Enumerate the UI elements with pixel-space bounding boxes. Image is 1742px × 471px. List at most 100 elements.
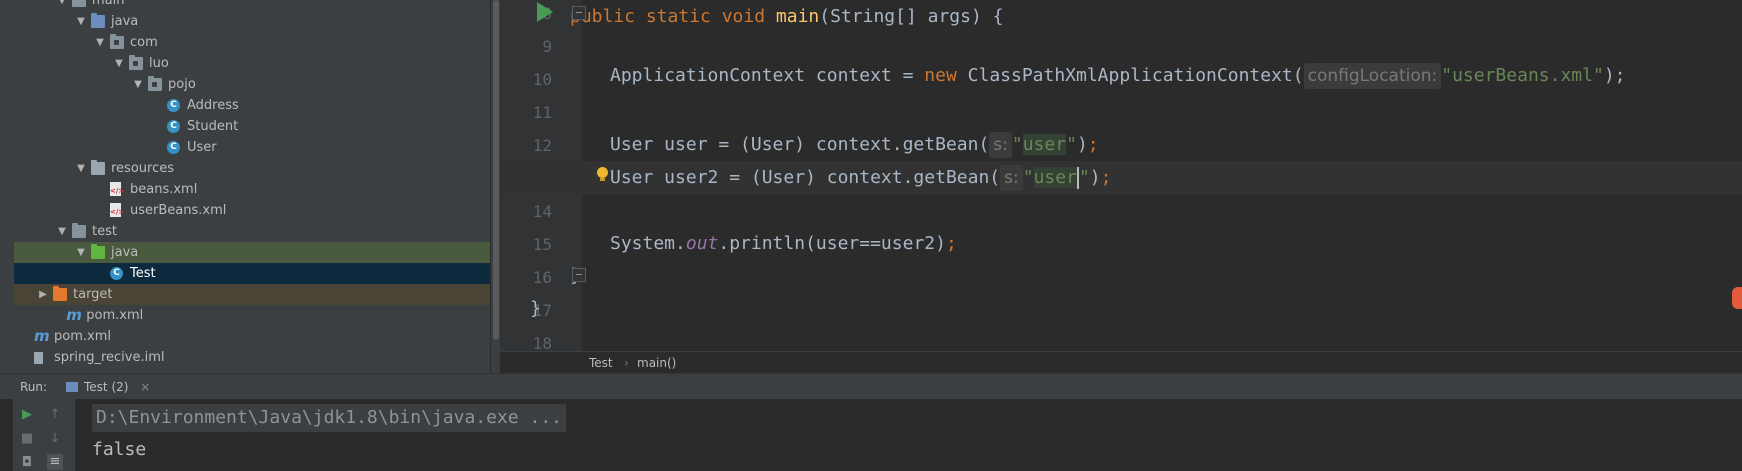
tree-item[interactable]: ▼ java: [14, 11, 490, 32]
breadcrumb-method[interactable]: main(): [637, 352, 676, 374]
fold-icon[interactable]: [572, 6, 586, 20]
breadcrumb: Test › main(): [500, 351, 1742, 374]
tree-item[interactable]: ▼ test: [14, 221, 490, 242]
java-class-icon: C: [110, 267, 123, 280]
tree-item[interactable]: </> userBeans.xml: [14, 200, 490, 221]
stop-icon[interactable]: ■: [19, 431, 35, 447]
close-icon[interactable]: ×: [140, 380, 150, 394]
rerun-icon[interactable]: ▶: [19, 407, 35, 423]
maven-icon: m: [34, 327, 50, 345]
chevron-down-icon[interactable]: ▼: [94, 32, 106, 53]
tree-item[interactable]: ▼ com: [14, 32, 490, 53]
tree-item[interactable]: </> beans.xml: [14, 179, 490, 200]
tree-item[interactable]: ▼ resources: [14, 158, 490, 179]
tree-item[interactable]: m pom.xml: [14, 305, 490, 326]
code-editor[interactable]: 89101112131415161718 public static void …: [500, 0, 1742, 351]
module-file-icon: [34, 352, 43, 364]
down-arrow-icon[interactable]: ↓: [47, 431, 63, 447]
tree-item-label: com: [130, 35, 158, 50]
tree-item[interactable]: C User: [14, 137, 490, 158]
tree-item[interactable]: ▼ luo: [14, 53, 490, 74]
soft-wrap-icon[interactable]: ≡: [47, 454, 63, 470]
folder-icon: [91, 244, 105, 259]
run-tab[interactable]: Test (2) ×: [62, 374, 158, 400]
code-line-13[interactable]: User user2 = (User) context.getBean(s: "u…: [500, 161, 1742, 194]
xml-file-icon: </>: [110, 203, 124, 217]
chevron-down-icon[interactable]: ▼: [75, 242, 87, 263]
fold-icon[interactable]: [572, 268, 586, 282]
folder-icon: [91, 13, 105, 28]
chevron-down-icon[interactable]: ▼: [75, 11, 87, 32]
tree-item-label: resources: [111, 161, 175, 176]
tree-item[interactable]: ▼ main: [14, 0, 490, 11]
string-quote: ": [1078, 167, 1090, 188]
code-text: User user2 = (User) context.getBean(: [610, 167, 1001, 188]
string-literal-highlighted: user: [1022, 134, 1067, 155]
run-tab-label: Test (2): [84, 380, 129, 394]
tree-item-label: java: [111, 245, 139, 260]
semicolon: ;: [945, 233, 957, 254]
run-config-icon: [66, 382, 78, 392]
console-output-line[interactable]: false: [92, 439, 146, 460]
tree-item[interactable]: spring_recive.iml: [14, 347, 490, 368]
run-toolbar: ▶ ↑ ■ ↓ ◘ ≡: [13, 399, 75, 471]
tree-item-label: main: [92, 0, 125, 8]
code-line-17[interactable]: }: [500, 292, 1742, 325]
tree-item[interactable]: C Address: [14, 95, 490, 116]
run-gutter-icon[interactable]: [537, 2, 553, 22]
code-line-12[interactable]: User user = (User) context.getBean(s: "us…: [500, 128, 1742, 161]
run-label: Run:: [20, 380, 48, 394]
chevron-down-icon[interactable]: ▼: [56, 0, 68, 11]
code-text: );: [1603, 65, 1626, 86]
breadcrumb-file[interactable]: Test: [589, 352, 613, 374]
code-line-15[interactable]: System.out.println(user==user2);: [500, 227, 1742, 260]
chevron-down-icon[interactable]: ▼: [132, 74, 144, 95]
tree-item-label: userBeans.xml: [130, 203, 227, 218]
project-tree-panel: ▼ main ▼ java ▼ com ▼ luo ▼ pojo C Address C Student C…: [0, 0, 490, 373]
string-quote: ": [1022, 167, 1034, 188]
parameter-hint: s:: [1000, 165, 1023, 191]
code-text: ): [1089, 167, 1101, 188]
tree-item-label: spring_recive.iml: [54, 350, 165, 365]
tree-item-label: test: [92, 224, 117, 239]
tree-item-label: beans.xml: [130, 182, 198, 197]
code-line-16[interactable]: }: [500, 259, 1742, 292]
code-text: System.: [610, 233, 686, 254]
run-panel-header: Run: Test (2) ×: [0, 373, 1742, 400]
tree-item-label: java: [111, 14, 139, 29]
semicolon: ;: [1100, 167, 1112, 188]
chevron-down-icon[interactable]: ▼: [113, 53, 125, 74]
string-quote: ": [1066, 134, 1077, 155]
package-icon: [148, 76, 162, 91]
notification-badge[interactable]: [1732, 287, 1742, 309]
code-text: ApplicationContext context =: [610, 65, 925, 86]
code-line-10[interactable]: ApplicationContext context = new ClassPa…: [500, 59, 1742, 92]
chevron-down-icon[interactable]: ▼: [56, 221, 68, 242]
string-quote: ": [1011, 134, 1023, 155]
camera-icon[interactable]: ◘: [19, 455, 35, 471]
console-command-line[interactable]: D:\Environment\Java\jdk1.8\bin\java.exe …: [92, 404, 566, 432]
up-arrow-icon[interactable]: ↑: [47, 407, 63, 423]
tree-item[interactable]: m pom.xml: [14, 326, 490, 347]
method-name: main: [775, 6, 820, 27]
tree-item[interactable]: ▼ java: [14, 242, 490, 263]
code-text: User user = (User) context.getBean(: [610, 134, 990, 155]
code-line-8[interactable]: public static void main(String[] args) {: [500, 0, 1742, 33]
lightbulb-icon[interactable]: [597, 167, 608, 181]
folder-icon: [72, 0, 86, 7]
scrollbar-thumb[interactable]: [493, 0, 499, 340]
package-icon: [110, 34, 124, 49]
tree-item[interactable]: C Test: [14, 263, 490, 284]
semicolon: ;: [1087, 134, 1099, 155]
folder-icon: [72, 223, 86, 238]
chevron-down-icon[interactable]: ▼: [75, 158, 87, 179]
code-text: .println(user==user2): [718, 233, 946, 254]
tree-item-label: pom.xml: [54, 329, 111, 344]
code-text: }: [530, 298, 541, 319]
code-text: ): [1076, 134, 1088, 155]
chevron-right-icon[interactable]: ▶: [37, 284, 49, 305]
tree-item[interactable]: ▶ target: [14, 284, 490, 305]
tree-item[interactable]: ▼ pojo: [14, 74, 490, 95]
tree-item-label: pojo: [168, 77, 196, 92]
tree-item[interactable]: C Student: [14, 116, 490, 137]
